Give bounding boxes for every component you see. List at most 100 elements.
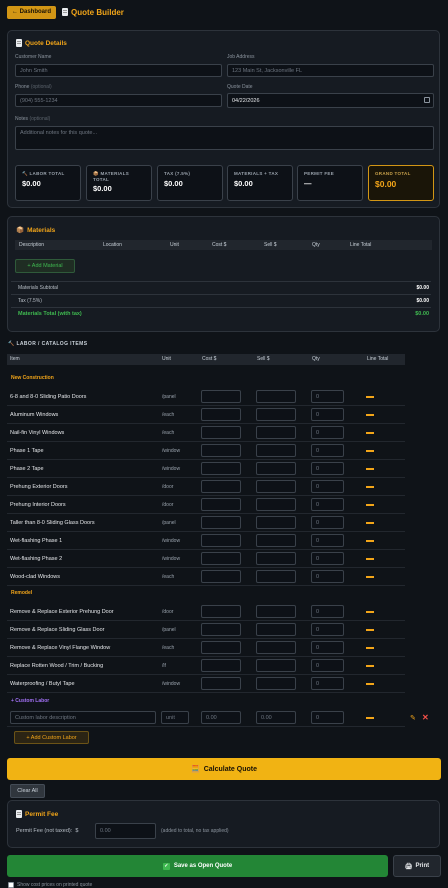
labor-sell-input[interactable] xyxy=(256,462,296,475)
labor-qty-input[interactable]: 0 xyxy=(311,552,344,565)
labor-qty-input[interactable]: 0 xyxy=(311,390,344,403)
custom-description-input[interactable]: Custom labor description xyxy=(10,711,156,724)
labor-qty-input[interactable]: 0 xyxy=(311,570,344,583)
labor-item-name: Prehung Interior Doors xyxy=(10,502,66,508)
job-address-input[interactable]: 123 Main St, Jacksonville FL xyxy=(227,64,434,77)
labor-sell-input[interactable] xyxy=(256,534,296,547)
labor-item-name: Replace Rotten Wood / Trim / Bucking xyxy=(10,663,104,669)
labor-item-name: Wet-flashing Phase 1 xyxy=(10,538,63,544)
permit-fee-title: Permit Fee xyxy=(16,810,58,818)
calendar-icon[interactable] xyxy=(424,97,430,103)
labor-sell-input[interactable] xyxy=(256,444,296,457)
quote-date-input[interactable]: 04/22/2026 xyxy=(227,93,434,108)
labor-cost-input[interactable] xyxy=(201,408,241,421)
labor-qty-input[interactable]: 0 xyxy=(311,623,344,636)
show-cost-option[interactable]: Show cost prices on printed quote xyxy=(8,882,92,888)
calculate-quote-label: Calculate Quote xyxy=(203,765,257,773)
labor-cost-input[interactable] xyxy=(201,444,241,457)
calculate-quote-button[interactable]: 🧮 Calculate Quote xyxy=(7,758,441,780)
customer-name-input[interactable]: John Smith xyxy=(15,64,222,77)
labor-sell-input[interactable] xyxy=(256,390,296,403)
custom-qty-input[interactable]: 0 xyxy=(311,711,344,724)
materials-plus-tax-value: $0.00 xyxy=(234,178,253,188)
labor-cost-input[interactable] xyxy=(201,480,241,493)
printer-icon: 🖨 xyxy=(404,863,413,870)
delete-icon[interactable]: ✕ xyxy=(422,713,429,722)
labor-cost-input[interactable] xyxy=(201,570,241,583)
labor-item-name: Aluminum Windows xyxy=(10,412,59,418)
labor-item-row: Phase 1 Tape/window 0 xyxy=(7,442,405,460)
custom-cost-input[interactable]: 0.00 xyxy=(201,711,241,724)
permit-fee-input[interactable]: 0.00 xyxy=(95,823,156,839)
labor-sell-input[interactable] xyxy=(256,516,296,529)
grand-total-value: $0.00 xyxy=(375,178,397,189)
labor-qty-input[interactable]: 0 xyxy=(311,659,344,672)
labor-cost-input[interactable] xyxy=(201,641,241,654)
labor-cost-input[interactable] xyxy=(201,534,241,547)
labor-item-name: Prehung Exterior Doors xyxy=(10,484,68,490)
labor-sell-input[interactable] xyxy=(256,480,296,493)
labor-item-unit: /panel xyxy=(162,627,176,633)
quote-date-label: Quote Date xyxy=(227,84,253,90)
add-material-button[interactable]: + Add Material xyxy=(15,259,75,273)
labor-sell-input[interactable] xyxy=(256,659,296,672)
labor-sell-input[interactable] xyxy=(256,623,296,636)
labor-qty-input[interactable]: 0 xyxy=(311,516,344,529)
labor-qty-input[interactable]: 0 xyxy=(311,677,344,690)
labor-qty-input[interactable]: 0 xyxy=(311,444,344,457)
labor-cost-input[interactable] xyxy=(201,462,241,475)
labor-sell-input[interactable] xyxy=(256,570,296,583)
hammer-icon: 🔨 xyxy=(22,171,28,176)
show-cost-checkbox[interactable] xyxy=(8,882,14,888)
phone-input[interactable]: (904) 555-1234 xyxy=(15,94,222,107)
labor-qty-input[interactable]: 0 xyxy=(311,426,344,439)
col-unit: Unit xyxy=(162,356,171,362)
labor-item-unit: /window xyxy=(162,538,181,544)
labor-sell-input[interactable] xyxy=(256,426,296,439)
col-cost: Cost $ xyxy=(212,242,227,248)
grand-total-label: GRAND TOTAL xyxy=(375,171,411,176)
labor-cost-input[interactable] xyxy=(201,552,241,565)
labor-cost-input[interactable] xyxy=(201,677,241,690)
labor-sell-input[interactable] xyxy=(256,408,296,421)
add-custom-labor-button[interactable]: + Add Custom Labor xyxy=(14,731,89,744)
materials-tax-label: Tax (7.5%) xyxy=(18,298,42,304)
custom-unit-input[interactable]: unit xyxy=(161,711,189,724)
labor-qty-input[interactable]: 0 xyxy=(311,534,344,547)
labor-cost-input[interactable] xyxy=(201,659,241,672)
labor-total-label: 🔨 LABOR TOTAL xyxy=(22,171,74,177)
labor-cost-input[interactable] xyxy=(201,623,241,636)
materials-title: 📦 Materials xyxy=(16,226,55,235)
labor-cost-input[interactable] xyxy=(201,516,241,529)
save-open-quote-button[interactable]: ✓ Save as Open Quote xyxy=(7,855,388,877)
line-total-dash xyxy=(366,576,374,578)
labor-qty-input[interactable]: 0 xyxy=(311,605,344,618)
clear-all-button[interactable]: Clear All xyxy=(10,784,45,798)
labor-qty-input[interactable]: 0 xyxy=(311,641,344,654)
custom-sell-input[interactable]: 0.00 xyxy=(256,711,296,724)
line-total-dash xyxy=(366,647,374,649)
labor-cost-input[interactable] xyxy=(201,426,241,439)
labor-sell-input[interactable] xyxy=(256,498,296,511)
labor-qty-input[interactable]: 0 xyxy=(311,498,344,511)
labor-sell-input[interactable] xyxy=(256,641,296,654)
labor-item-name: Phase 1 Tape xyxy=(10,448,44,454)
labor-cost-input[interactable] xyxy=(201,498,241,511)
labor-item-unit: /panel xyxy=(162,520,176,526)
labor-item-unit: /window xyxy=(162,681,181,687)
labor-cost-input[interactable] xyxy=(201,605,241,618)
back-to-dashboard-button[interactable]: ← Dashboard xyxy=(7,5,57,19)
notes-textarea[interactable]: Additional notes for this quote... xyxy=(15,126,434,150)
materials-subtotal-label: Materials Subtotal xyxy=(18,285,59,291)
print-label: Print xyxy=(415,863,430,869)
pencil-icon[interactable]: ✎ xyxy=(410,714,416,722)
labor-sell-input[interactable] xyxy=(256,605,296,618)
labor-sell-input[interactable] xyxy=(256,552,296,565)
labor-qty-input[interactable]: 0 xyxy=(311,480,344,493)
print-button[interactable]: 🖨 Print xyxy=(393,855,441,877)
labor-qty-input[interactable]: 0 xyxy=(311,408,344,421)
labor-qty-input[interactable]: 0 xyxy=(311,462,344,475)
permit-fee-note: (added to total, no tax applied) xyxy=(161,828,229,834)
labor-cost-input[interactable] xyxy=(201,390,241,403)
labor-sell-input[interactable] xyxy=(256,677,296,690)
